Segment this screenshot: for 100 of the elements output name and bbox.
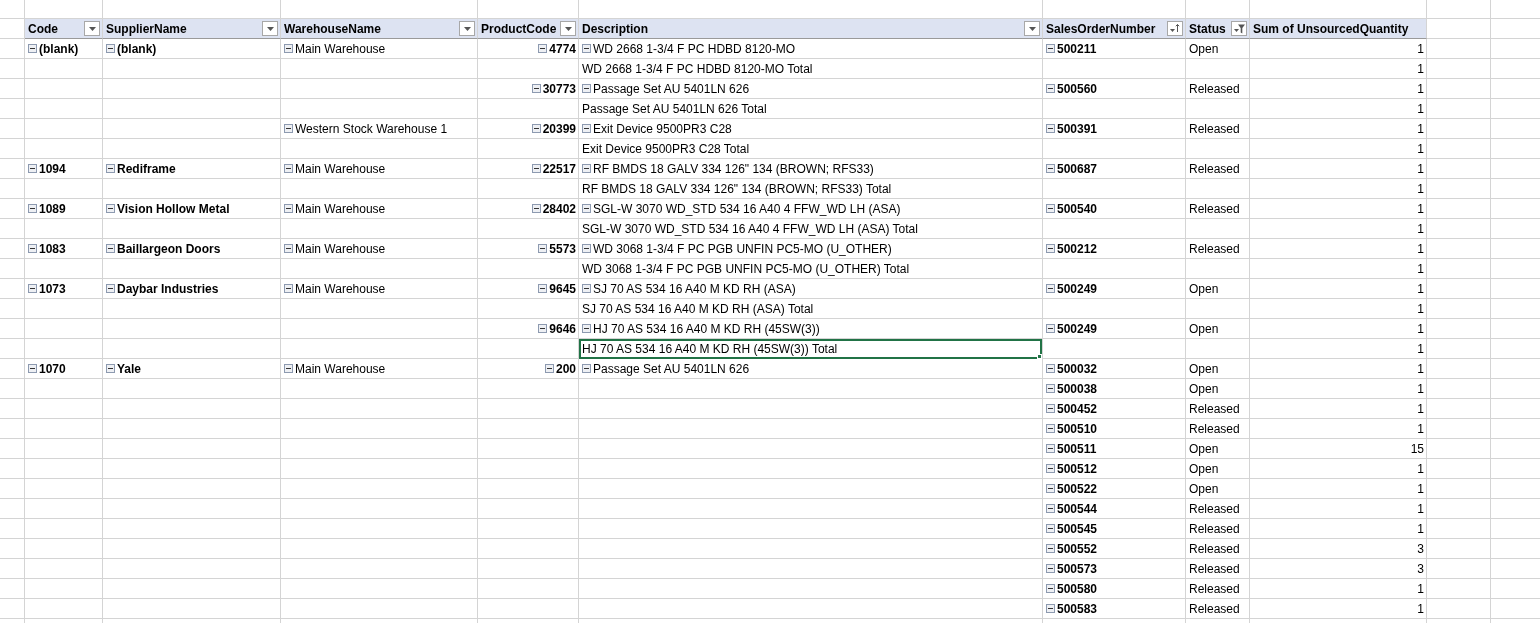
collapse-icon[interactable] bbox=[582, 364, 591, 373]
warehouse-name: Main Warehouse bbox=[295, 161, 386, 176]
sort-icon bbox=[1170, 24, 1180, 33]
header-label: WarehouseName bbox=[284, 21, 381, 36]
collapse-icon[interactable] bbox=[531, 84, 541, 93]
product-description[interactable]: SGL-W 3070 WD_STD 534 16 A40 4 FFW_WD LH (ASA) Total bbox=[582, 219, 1040, 238]
collapse-icon[interactable] bbox=[1046, 564, 1055, 573]
product-description[interactable]: Exit Device 9500PR3 C28 Total bbox=[582, 139, 1040, 158]
collapse-icon[interactable] bbox=[582, 124, 591, 133]
collapse-icon[interactable] bbox=[1046, 324, 1055, 333]
collapse-icon[interactable] bbox=[1046, 384, 1055, 393]
product-description[interactable]: HJ 70 AS 534 16 A40 M KD RH (45SW(3)) Total bbox=[579, 339, 1042, 359]
collapse-icon[interactable] bbox=[544, 364, 554, 373]
collapse-icon[interactable] bbox=[1046, 84, 1055, 93]
order-status: Open bbox=[1189, 461, 1219, 476]
unsourced-quantity: 1 bbox=[1417, 281, 1424, 296]
collapse-icon[interactable] bbox=[1046, 444, 1055, 453]
sort-dropdown-button[interactable] bbox=[1167, 21, 1183, 36]
collapse-icon[interactable] bbox=[284, 124, 293, 133]
collapse-icon[interactable] bbox=[28, 204, 37, 213]
supplier-name: Baillargeon Doors bbox=[117, 241, 221, 256]
filter-dropdown-button[interactable] bbox=[560, 21, 576, 36]
unsourced-quantity: 1 bbox=[1417, 201, 1424, 216]
collapse-icon[interactable] bbox=[1046, 124, 1055, 133]
collapse-icon[interactable] bbox=[538, 284, 548, 293]
product-description[interactable]: WD 2668 1-3/4 F PC HDBD 8120-MO bbox=[593, 39, 1040, 58]
product-description[interactable]: WD 3068 1-3/4 F PC PGB UNFIN PC5-MO (U_OTHER) Total bbox=[582, 259, 1040, 278]
supplier-name: Daybar Industries bbox=[117, 281, 219, 296]
filter-dropdown-button[interactable] bbox=[1024, 21, 1040, 36]
collapse-icon[interactable] bbox=[1046, 424, 1055, 433]
product-description[interactable]: Exit Device 9500PR3 C28 bbox=[593, 119, 1040, 138]
collapse-icon[interactable] bbox=[1046, 584, 1055, 593]
product-description[interactable]: SJ 70 AS 534 16 A40 M KD RH (ASA) Total bbox=[582, 299, 1040, 318]
collapse-icon[interactable] bbox=[1046, 404, 1055, 413]
product-description[interactable]: Passage Set AU 5401LN 626 Total bbox=[582, 99, 1040, 118]
collapse-icon[interactable] bbox=[1046, 164, 1055, 173]
product-code: 5573 bbox=[549, 241, 576, 256]
collapse-icon[interactable] bbox=[531, 124, 541, 133]
collapse-icon[interactable] bbox=[106, 364, 115, 373]
collapse-icon[interactable] bbox=[582, 204, 591, 213]
filter-dropdown-button[interactable] bbox=[262, 21, 278, 36]
collapse-icon[interactable] bbox=[284, 204, 293, 213]
collapse-icon[interactable] bbox=[106, 44, 115, 53]
warehouse-name: Main Warehouse bbox=[295, 361, 386, 376]
collapse-icon[interactable] bbox=[1046, 364, 1055, 373]
unsourced-quantity: 1 bbox=[1417, 321, 1424, 336]
collapse-icon[interactable] bbox=[582, 164, 591, 173]
product-description[interactable]: RF BMDS 18 GALV 334 126" 134 (BROWN; RFS33) Total bbox=[582, 179, 1040, 198]
collapse-icon[interactable] bbox=[284, 244, 293, 253]
collapse-icon[interactable] bbox=[28, 164, 37, 173]
collapse-icon[interactable] bbox=[1046, 484, 1055, 493]
collapse-icon[interactable] bbox=[28, 44, 37, 53]
collapse-icon[interactable] bbox=[582, 244, 591, 253]
collapse-icon[interactable] bbox=[106, 164, 115, 173]
collapse-icon[interactable] bbox=[1046, 544, 1055, 553]
product-description[interactable]: WD 3068 1-3/4 F PC PGB UNFIN PC5-MO (U_OTHER) bbox=[593, 239, 1040, 258]
product-description[interactable]: Passage Set AU 5401LN 626 bbox=[593, 79, 1040, 98]
collapse-icon[interactable] bbox=[284, 44, 293, 53]
collapse-icon[interactable] bbox=[28, 284, 37, 293]
header-label: Sum of UnsourcedQuantity bbox=[1253, 21, 1409, 36]
collapse-icon[interactable] bbox=[582, 324, 591, 333]
filter-dropdown-button[interactable] bbox=[459, 21, 475, 36]
product-description[interactable]: SGL-W 3070 WD_STD 534 16 A40 4 FFW_WD LH (ASA) bbox=[593, 199, 1040, 218]
collapse-icon[interactable] bbox=[284, 164, 293, 173]
product-description[interactable]: Passage Set AU 5401LN 626 bbox=[593, 359, 1040, 378]
product-description[interactable]: SJ 70 AS 534 16 A40 M KD RH (ASA) bbox=[593, 279, 1040, 298]
collapse-icon[interactable] bbox=[582, 84, 591, 93]
collapse-icon[interactable] bbox=[582, 284, 591, 293]
collapse-icon[interactable] bbox=[531, 204, 541, 213]
collapse-icon[interactable] bbox=[106, 244, 115, 253]
collapse-icon[interactable] bbox=[284, 284, 293, 293]
collapse-icon[interactable] bbox=[1046, 244, 1055, 253]
supplier-code: 1089 bbox=[39, 201, 66, 216]
collapse-icon[interactable] bbox=[28, 244, 37, 253]
collapse-icon[interactable] bbox=[106, 204, 115, 213]
collapse-icon[interactable] bbox=[1046, 284, 1055, 293]
collapse-icon[interactable] bbox=[1046, 44, 1055, 53]
collapse-icon[interactable] bbox=[1046, 504, 1055, 513]
collapse-icon[interactable] bbox=[28, 364, 37, 373]
collapse-icon[interactable] bbox=[1046, 524, 1055, 533]
collapse-icon[interactable] bbox=[1046, 464, 1055, 473]
collapse-icon[interactable] bbox=[1046, 604, 1055, 613]
product-description[interactable]: WD 2668 1-3/4 F PC HDBD 8120-MO Total bbox=[582, 59, 1040, 78]
filter-dropdown-button[interactable] bbox=[84, 21, 100, 36]
collapse-icon[interactable] bbox=[538, 244, 548, 253]
collapse-icon[interactable] bbox=[538, 44, 548, 53]
sales-order-number: 500583 bbox=[1057, 601, 1098, 616]
collapse-icon[interactable] bbox=[106, 284, 115, 293]
collapse-icon[interactable] bbox=[531, 164, 541, 173]
collapse-icon[interactable] bbox=[582, 44, 591, 53]
product-description[interactable]: HJ 70 AS 534 16 A40 M KD RH (45SW(3)) bbox=[593, 319, 1040, 338]
collapse-icon[interactable] bbox=[284, 364, 293, 373]
filter-applied-button[interactable] bbox=[1231, 21, 1247, 36]
order-status: Open bbox=[1189, 481, 1219, 496]
collapse-icon[interactable] bbox=[1046, 204, 1055, 213]
product-description[interactable]: RF BMDS 18 GALV 334 126" 134 (BROWN; RFS33) bbox=[593, 159, 1040, 178]
unsourced-quantity: 1 bbox=[1417, 221, 1424, 236]
collapse-icon[interactable] bbox=[538, 324, 548, 333]
unsourced-quantity: 15 bbox=[1410, 441, 1424, 456]
warehouse-name: Western Stock Warehouse 1 bbox=[295, 121, 448, 136]
